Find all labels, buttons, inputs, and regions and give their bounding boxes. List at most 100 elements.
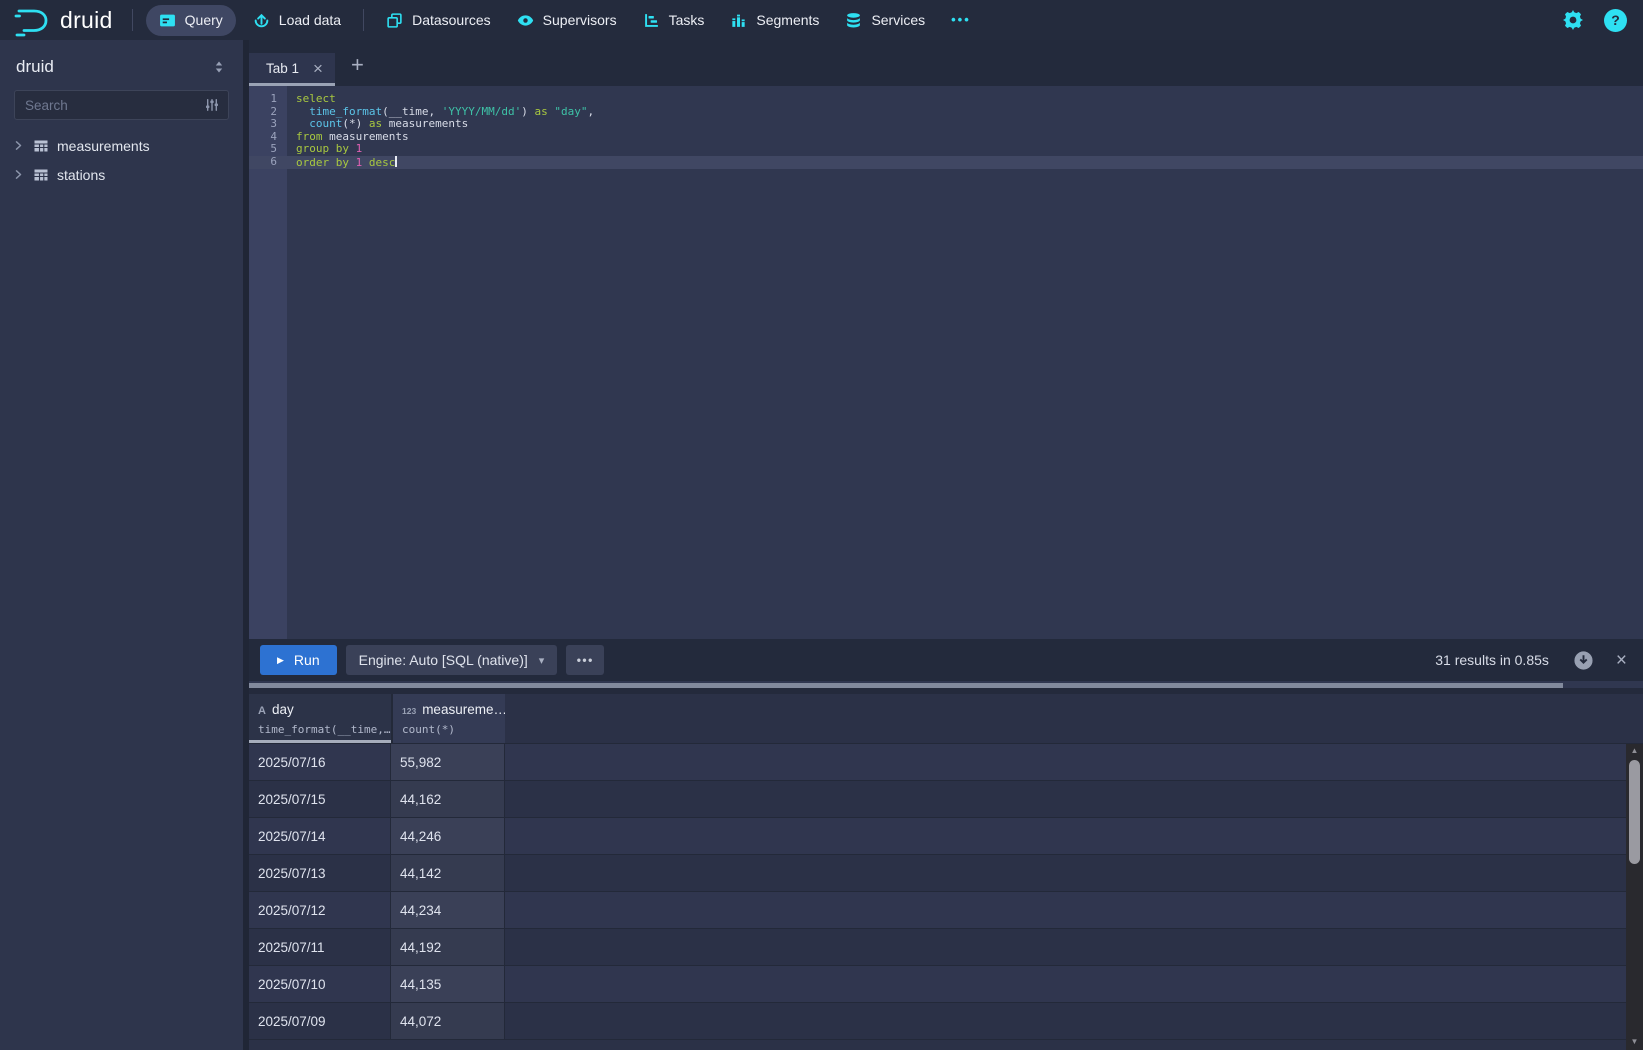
scroll-down-icon[interactable]: ▼ [1631,1035,1639,1048]
nav-item-label: Datasources [412,12,491,28]
nav-item-label: Supervisors [543,12,617,28]
tab-bar: Tab 1 × + [249,40,1643,86]
table-row[interactable]: 2025/07/1144,192 [249,929,1643,966]
nav-item-segments[interactable]: Segments [717,0,832,40]
gantt-icon [643,12,660,29]
cell-day[interactable]: 2025/07/11 [249,929,391,965]
datasources-icon [386,12,403,29]
run-bar: ▶ Run Engine: Auto [SQL (native)] ▾ ••• … [249,639,1643,681]
download-icon[interactable] [1573,650,1594,671]
scroll-up-icon[interactable]: ▲ [1631,744,1639,757]
cell-day[interactable]: 2025/07/09 [249,1003,391,1039]
run-button[interactable]: ▶ Run [260,645,337,675]
chevron-right-icon[interactable] [12,139,25,152]
editor-line[interactable]: 5group by 1 [249,143,1643,156]
cell-day[interactable]: 2025/07/14 [249,818,391,854]
close-results-icon[interactable]: × [1616,651,1627,670]
nav-items: QueryLoad data Datasources Supervisors Task… [142,0,981,40]
sidebar-table-measurements[interactable]: measurements [0,131,243,160]
line-number: 1 [249,93,287,106]
sql-editor[interactable]: 1select2 time_format(__time, 'YYYY/MM/dd… [249,86,1643,639]
search-input[interactable] [25,98,204,113]
engine-select-button[interactable]: Engine: Auto [SQL (native)] ▾ [346,645,558,675]
column-expression: time_format(__time,… [258,723,391,736]
nav-item-services[interactable]: Services [832,0,938,40]
nav-item-label: Segments [756,12,819,28]
nav-item-supervisors[interactable]: Supervisors [504,0,630,40]
nav-item-label: Services [871,12,925,28]
schema-sidebar: druid measurements stations [0,40,243,1050]
chevron-down-icon: ▾ [539,654,545,667]
upload-icon [253,12,270,29]
cell-measurements[interactable]: 44,072 [391,1003,505,1039]
cell-measurements[interactable]: 55,982 [391,744,505,780]
navbar-right: ? [1563,9,1627,32]
cell-measurements[interactable]: 44,135 [391,966,505,1002]
table-row[interactable]: 2025/07/1444,246 [249,818,1643,855]
brand-name: druid [60,7,113,34]
line-number: 3 [249,118,287,131]
results-scrollbar[interactable]: ▲ ▼ [1626,744,1643,1050]
table-row[interactable]: 2025/07/1655,982 [249,744,1643,781]
table-row[interactable]: 2025/07/1344,142 [249,855,1643,892]
tab-tab1[interactable]: Tab 1 × [249,53,335,86]
editor-line[interactable]: 6order by 1 desc [249,156,1643,169]
cell-day[interactable]: 2025/07/16 [249,744,391,780]
nav-item-datasources[interactable]: Datasources [373,0,504,40]
help-icon[interactable]: ? [1604,9,1627,32]
cell-measurements[interactable]: 44,142 [391,855,505,891]
add-tab-icon[interactable]: + [351,54,364,76]
cell-measurements[interactable]: 44,162 [391,781,505,817]
line-number: 2 [249,106,287,119]
run-label: Run [294,652,320,668]
table-row[interactable]: 2025/07/1044,135 [249,966,1643,1003]
cell-measurements[interactable]: 44,192 [391,929,505,965]
table-name: stations [57,167,105,183]
text-cursor [395,156,397,167]
druid-logo-icon [12,5,52,35]
editor-line[interactable]: 3 count(*) as measurements [249,118,1643,131]
settings-gear-icon[interactable] [1563,10,1583,30]
double-caret-icon[interactable] [211,59,227,75]
play-icon: ▶ [277,655,284,666]
code-text: order by 1 desc [287,156,397,169]
filter-sliders-icon[interactable] [204,97,220,113]
table-row[interactable]: 2025/07/0944,072 [249,1003,1643,1040]
results-body: 2025/07/1655,9822025/07/1544,1622025/07/… [249,744,1643,1040]
line-number: 5 [249,143,287,156]
more-icon: ••• [951,12,968,29]
bars-icon [730,12,747,29]
schema-title: druid [16,57,54,77]
nav-divider [132,9,133,31]
results-header: A day time_format(__time,… 123 measureme… [249,694,1643,744]
cell-day[interactable]: 2025/07/13 [249,855,391,891]
chevron-right-icon[interactable] [12,168,25,181]
nav-item-tasks[interactable]: Tasks [630,0,718,40]
database-icon [845,12,862,29]
column-name: measureme… [422,702,505,717]
nav-item-more[interactable]: ••• [938,0,981,40]
query-more-button[interactable]: ••• [566,645,604,675]
nav-item-label: Tasks [669,12,705,28]
table-row[interactable]: 2025/07/1244,234 [249,892,1643,929]
column-header-day[interactable]: A day time_format(__time,… [249,694,391,743]
table-icon [33,138,49,154]
query-main: Tab 1 × + 1select2 time_format(__time, '… [249,40,1643,1050]
number-type-icon: 123 [402,706,416,716]
cell-day[interactable]: 2025/07/12 [249,892,391,928]
cell-day[interactable]: 2025/07/15 [249,781,391,817]
editor-gutter [249,86,287,639]
close-tab-icon[interactable]: × [313,60,323,77]
scrollbar-thumb[interactable] [1629,760,1640,864]
nav-item-load-data[interactable]: Load data [240,0,354,40]
cell-day[interactable]: 2025/07/10 [249,966,391,1002]
column-header-measurements[interactable]: 123 measureme… count(*) [391,694,505,743]
nav-item-query[interactable]: Query [146,5,236,36]
table-row[interactable]: 2025/07/1544,162 [249,781,1643,818]
editor-line[interactable]: 4from measurements [249,131,1643,144]
cell-measurements[interactable]: 44,234 [391,892,505,928]
brand[interactable]: druid [10,5,123,35]
sidebar-table-stations[interactable]: stations [0,160,243,189]
sort-indicator [249,740,391,743]
cell-measurements[interactable]: 44,246 [391,818,505,854]
